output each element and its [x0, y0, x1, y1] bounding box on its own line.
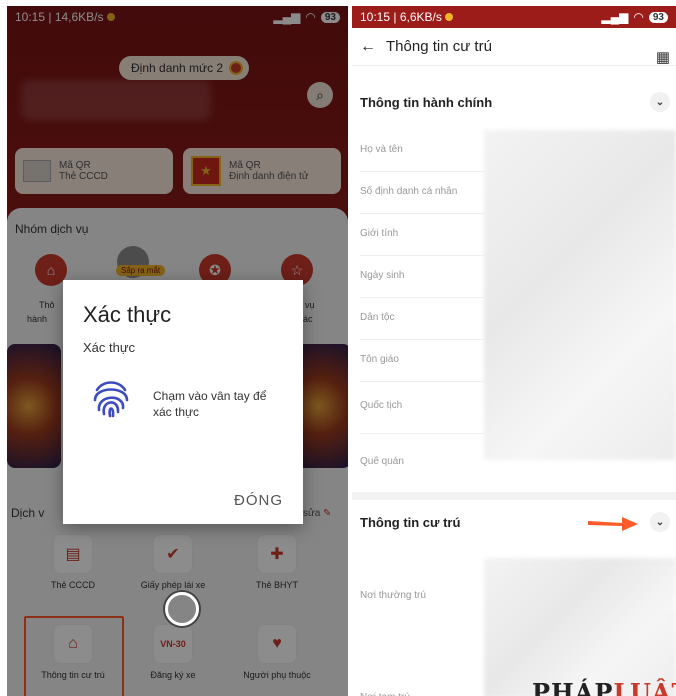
app-header: ← Thông tin cư trú — [352, 28, 676, 66]
dialog-title: Xác thực — [83, 302, 172, 327]
left-screen: 10:15 | 14,6KB/s ▂▄▆ ◠ 93 Định danh mức … — [7, 6, 348, 696]
field-full-name: Họ và tên — [360, 130, 484, 172]
field-hometown: Quê quán — [360, 456, 404, 467]
battery-icon: 93 — [648, 11, 668, 23]
wifi-icon: ◠ — [633, 10, 644, 24]
admin-section-header[interactable]: Thông tin hành chính ⌄ — [352, 82, 676, 122]
chevron-down-icon[interactable]: ⌄ — [650, 92, 670, 112]
signal-icon: ▂▄▆ — [601, 10, 629, 24]
section-divider — [352, 492, 676, 500]
right-screen: 10:15 | 6,6KB/s ▂▄▆ ◠ 93 ← Thông tin cư … — [352, 6, 676, 696]
field-religion: Tôn giáo — [360, 340, 484, 382]
section-title: Thông tin cư trú — [360, 514, 461, 530]
fingerprint-icon[interactable] — [91, 376, 131, 420]
touch-indicator — [165, 592, 199, 626]
watermark-logo: PHÁPLUẬT — [532, 678, 676, 696]
blurred-values — [484, 558, 676, 696]
fingerprint-dialog: Xác thực Xác thực Chạm vào vân tay để xá… — [63, 280, 303, 524]
back-arrow-icon[interactable]: ← — [360, 38, 376, 56]
status-bar: 10:15 | 6,6KB/s ▂▄▆ ◠ 93 — [352, 6, 676, 28]
field-nationality: Quốc tịch — [360, 382, 484, 434]
blurred-values — [484, 130, 676, 460]
notification-icon — [444, 13, 453, 21]
close-button[interactable]: ĐÓNG — [234, 492, 283, 509]
qr-code-icon[interactable]: ▦ — [656, 48, 670, 66]
fingerprint-prompt: Chạm vào vân tay để xác thực — [153, 389, 267, 419]
field-birth-date: Ngày sinh — [360, 256, 484, 298]
field-temporary-residence: Nơi tạm trú — [360, 682, 484, 696]
annotation-arrow-icon — [588, 517, 638, 531]
field-ethnicity: Dân tộc — [360, 298, 484, 340]
status-time: 10:15 | 6,6KB/s — [360, 10, 442, 24]
field-id-number: Số định danh cá nhân — [360, 172, 484, 214]
field-gender: Giới tính — [360, 214, 484, 256]
section-title: Thông tin hành chính — [360, 94, 493, 110]
dialog-subtitle: Xác thực — [83, 340, 136, 355]
page-title: Thông tin cư trú — [386, 38, 492, 55]
watermark-part2: LUẬT — [613, 678, 676, 696]
field-permanent-residence: Nơi thường trú — [360, 590, 426, 601]
watermark-part1: PHÁP — [532, 678, 614, 696]
chevron-down-icon[interactable]: ⌄ — [650, 512, 670, 532]
